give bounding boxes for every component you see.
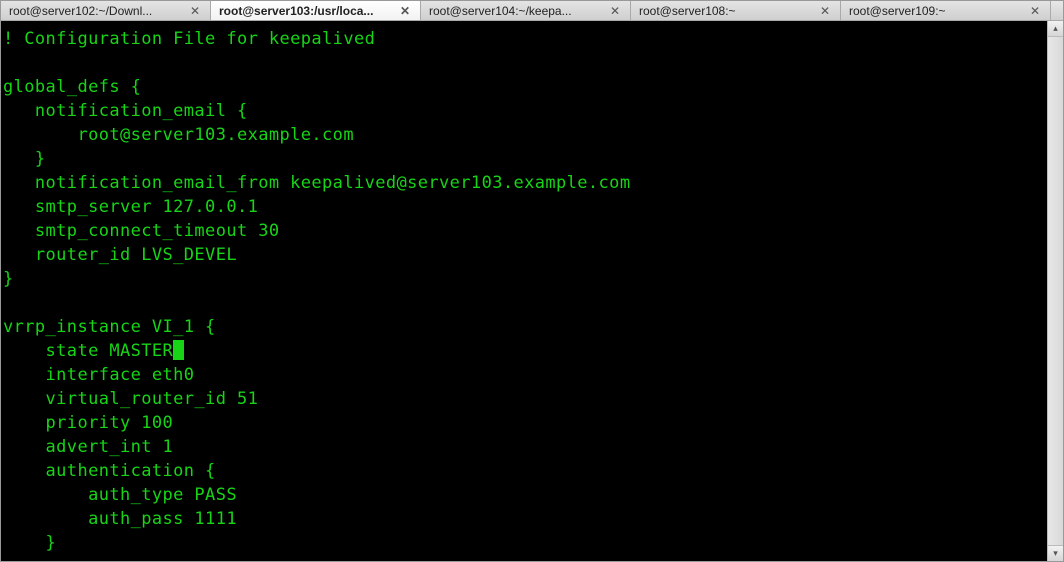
tab-label: root@server104:~/keepa... — [429, 4, 602, 18]
close-icon[interactable]: ✕ — [818, 4, 832, 18]
tab-server108[interactable]: root@server108:~ ✕ — [631, 1, 841, 20]
close-icon[interactable]: ✕ — [398, 4, 412, 18]
text-cursor — [173, 340, 184, 360]
tab-server109[interactable]: root@server109:~ ✕ — [841, 1, 1051, 20]
terminal-window: root@server102:~/Downl... ✕ root@server1… — [0, 0, 1064, 562]
close-icon[interactable]: ✕ — [608, 4, 622, 18]
tab-server103[interactable]: root@server103:/usr/loca... ✕ — [211, 1, 421, 20]
tab-label: root@server102:~/Downl... — [9, 4, 182, 18]
close-icon[interactable]: ✕ — [1028, 4, 1042, 18]
tab-server104[interactable]: root@server104:~/keepa... ✕ — [421, 1, 631, 20]
tab-label: root@server103:/usr/loca... — [219, 4, 392, 18]
scroll-up-button[interactable]: ▴ — [1048, 21, 1063, 37]
tab-server102[interactable]: root@server102:~/Downl... ✕ — [1, 1, 211, 20]
terminal-area: ! Configuration File for keepalived glob… — [1, 21, 1063, 561]
scrollbar-track[interactable] — [1048, 37, 1063, 545]
tab-label: root@server108:~ — [639, 4, 812, 18]
terminal-output[interactable]: ! Configuration File for keepalived glob… — [1, 21, 1047, 561]
close-icon[interactable]: ✕ — [188, 4, 202, 18]
tab-label: root@server109:~ — [849, 4, 1022, 18]
vertical-scrollbar[interactable]: ▴ ▾ — [1047, 21, 1063, 561]
tab-bar: root@server102:~/Downl... ✕ root@server1… — [1, 1, 1063, 21]
scroll-down-button[interactable]: ▾ — [1048, 545, 1063, 561]
